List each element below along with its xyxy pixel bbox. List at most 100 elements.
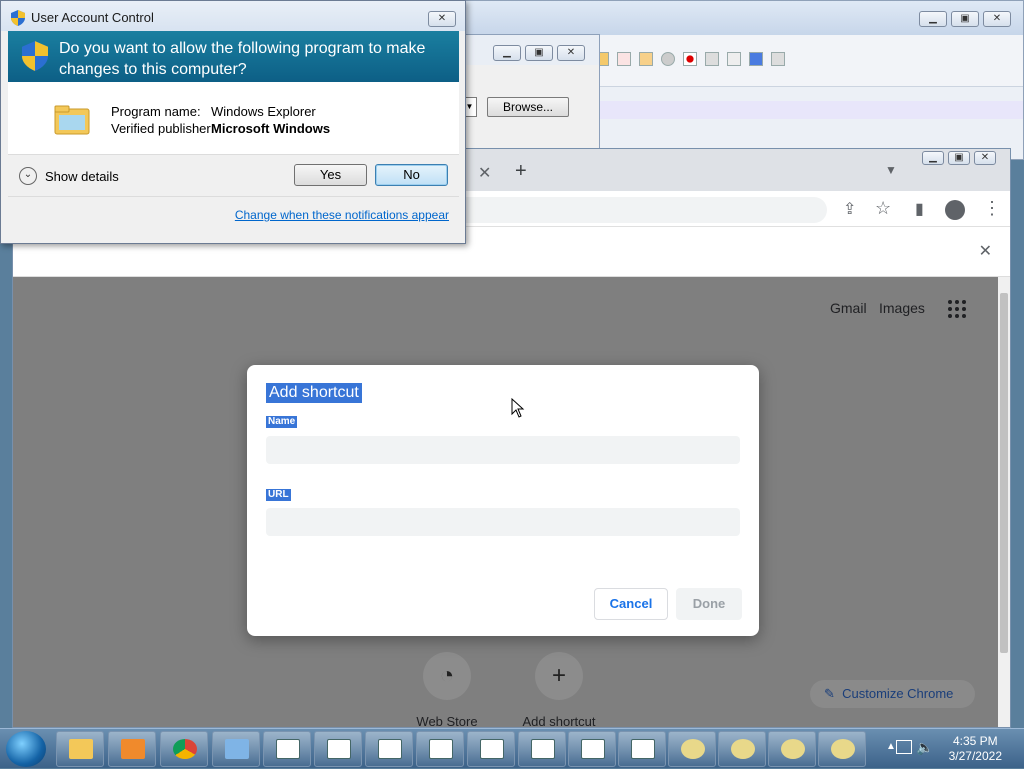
close-button[interactable]: ✕	[557, 45, 585, 61]
uac-titlebar: User Account Control ✕	[1, 1, 465, 31]
yes-button[interactable]: Yes	[294, 164, 367, 186]
chrome-menu-icon[interactable]: ⋮	[983, 198, 1001, 219]
shortcut-add[interactable]: + Add shortcut	[512, 652, 606, 729]
profile-avatar-icon[interactable]	[945, 200, 965, 220]
customize-chrome-label: Customize Chrome	[842, 686, 954, 701]
change-notifications-link[interactable]: Change when these notifications appear	[235, 208, 449, 222]
program-name-label: Program name:	[111, 104, 201, 119]
uac-shield-icon	[11, 10, 25, 26]
taskbar-chrome[interactable]	[160, 731, 208, 767]
no-button[interactable]: No	[375, 164, 448, 186]
side-panel-icon[interactable]: ▮	[915, 199, 924, 219]
volume-icon[interactable]: 🔈	[916, 739, 933, 756]
chrome-window-controls: ▁ ▣ ✕	[922, 151, 996, 165]
tab-search-chevron-icon[interactable]: ▼	[885, 163, 897, 177]
uac-close-button[interactable]: ✕	[428, 11, 456, 27]
app-window-icon	[480, 739, 504, 759]
new-tab-button[interactable]: +	[515, 160, 527, 183]
record-icon[interactable]	[683, 52, 697, 66]
name-input[interactable]	[266, 436, 740, 464]
magnifier-icon	[731, 739, 755, 759]
shortcut-label: Add shortcut	[522, 714, 596, 729]
tray-expand-icon[interactable]: ▲	[886, 741, 896, 752]
app-window-icon	[429, 739, 453, 759]
uac-question: Do you want to allow the following progr…	[59, 40, 426, 78]
gmail-link[interactable]: Gmail	[830, 300, 867, 316]
app-window-icon	[276, 739, 300, 759]
taskbar-search[interactable]	[768, 731, 816, 767]
chat-icon[interactable]	[661, 52, 675, 66]
google-apps-icon[interactable]	[948, 300, 966, 318]
clock[interactable]: 4:35 PM 3/27/2022	[949, 734, 1002, 764]
publisher-label: Verified publisher:	[111, 121, 215, 136]
taskbar-explorer[interactable]	[56, 731, 104, 767]
program-name-value: Windows Explorer	[211, 104, 316, 119]
taskbar-app[interactable]	[314, 731, 362, 767]
scrollbar-thumb[interactable]	[1000, 293, 1008, 653]
uac-title: User Account Control	[31, 10, 154, 25]
app-window-icon	[581, 739, 605, 759]
customize-chrome-button[interactable]: ✎ Customize Chrome	[810, 680, 975, 708]
explorer-window-controls: ▁ ▣ ✕	[493, 45, 585, 61]
taskbar-app[interactable]	[416, 731, 464, 767]
browse-button[interactable]: Browse...	[487, 97, 569, 117]
web-store-icon: ◔	[423, 652, 471, 700]
recorder-toolbar	[595, 52, 785, 66]
system-tray: ▲ 🔈 4:35 PM 3/27/2022	[884, 729, 1024, 769]
url-input[interactable]	[266, 508, 740, 536]
publisher-value: Microsoft Windows	[211, 121, 331, 136]
shortcut-label: Web Store	[416, 714, 478, 729]
app-window-icon	[378, 739, 402, 759]
folder-icon	[54, 105, 90, 135]
vertical-scrollbar[interactable]	[998, 277, 1010, 727]
close-button[interactable]: ✕	[983, 11, 1011, 27]
maximize-button[interactable]: ▣	[951, 11, 979, 27]
play-icon[interactable]	[727, 52, 741, 66]
minimize-button[interactable]: ▁	[922, 151, 944, 165]
divider	[8, 196, 459, 197]
taskbar-media-player[interactable]	[108, 731, 156, 767]
uac-banner: Do you want to allow the following progr…	[8, 31, 459, 82]
open-folder-icon[interactable]	[639, 52, 653, 66]
taskbar-app[interactable]	[618, 731, 666, 767]
minimize-button[interactable]: ▁	[919, 11, 947, 27]
settings-icon[interactable]	[771, 52, 785, 66]
magnifier-icon	[781, 739, 805, 759]
taskbar-search[interactable]	[668, 731, 716, 767]
chevron-down-icon: ⌄	[19, 167, 37, 185]
taskbar-app[interactable]	[263, 731, 311, 767]
bookmark-star-icon[interactable]: ☆	[875, 198, 891, 219]
cancel-button[interactable]: Cancel	[594, 588, 668, 620]
fast-forward-icon[interactable]	[749, 52, 763, 66]
close-button[interactable]: ✕	[974, 151, 996, 165]
maximize-button[interactable]: ▣	[948, 151, 970, 165]
dialog-title: Add shortcut	[266, 383, 362, 403]
images-link[interactable]: Images	[879, 300, 925, 316]
mouse-cursor-icon	[511, 398, 525, 418]
share-icon[interactable]: ⇪	[843, 199, 856, 219]
network-icon[interactable]	[896, 740, 912, 754]
taskbar-search[interactable]	[818, 731, 866, 767]
taskbar-app[interactable]	[568, 731, 616, 767]
magnifier-icon	[681, 739, 705, 759]
stop-icon[interactable]	[705, 52, 719, 66]
done-button[interactable]: Done	[676, 588, 742, 620]
start-button[interactable]	[6, 731, 46, 767]
infobar-close-icon[interactable]: ✕	[979, 241, 992, 261]
maximize-button[interactable]: ▣	[525, 45, 553, 61]
shortcut-web-store[interactable]: ◔ Web Store	[407, 652, 487, 729]
media-player-icon	[121, 739, 145, 759]
tab-close-icon[interactable]: ✕	[478, 163, 491, 183]
minimize-button[interactable]: ▁	[493, 45, 521, 61]
taskbar-app[interactable]	[518, 731, 566, 767]
url-label: URL	[266, 489, 291, 501]
taskbar-app[interactable]	[365, 731, 413, 767]
taskbar-remote-desktop[interactable]	[212, 731, 260, 767]
taskbar-app[interactable]	[467, 731, 515, 767]
clock-time: 4:35 PM	[952, 734, 998, 748]
pdf-icon[interactable]	[617, 52, 631, 66]
name-label: Name	[266, 416, 298, 428]
taskbar-search[interactable]	[718, 731, 766, 767]
taskbar: ▲ 🔈 4:35 PM 3/27/2022	[0, 728, 1024, 768]
show-details-toggle[interactable]: ⌄ Show details	[19, 167, 119, 185]
